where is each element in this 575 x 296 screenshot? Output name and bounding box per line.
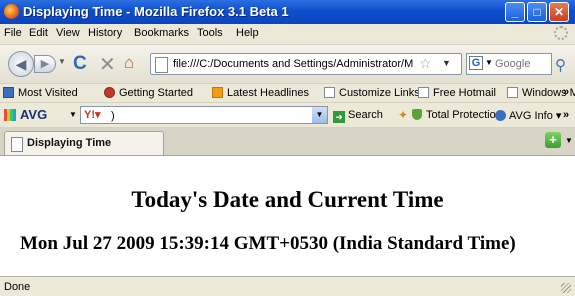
avg-search-button[interactable]: ➜ Search [333, 109, 383, 123]
avg-chevron-icon[interactable]: » [563, 109, 569, 121]
rss-icon [212, 87, 223, 98]
minimize-button[interactable]: _ [505, 2, 525, 22]
bookmarks-toolbar: Most Visited Getting Started Latest Head… [0, 83, 575, 103]
avg-logo-text: AVG [20, 107, 48, 122]
engine-dropdown-icon[interactable]: ▼ [485, 58, 493, 67]
stop-icon[interactable]: ✕ [99, 52, 116, 77]
avg-info-button[interactable]: AVG Info ▾ [495, 109, 561, 122]
avg-info-label: AVG Info [509, 110, 553, 122]
bookmark-label: Most Visited [18, 87, 78, 99]
tab-list-dropdown-icon[interactable]: ▼ [565, 136, 573, 145]
menu-tools[interactable]: Tools [197, 27, 223, 39]
info-icon [495, 110, 506, 121]
menu-file[interactable]: File [4, 27, 22, 39]
bookmark-getting-started[interactable]: Getting Started [104, 87, 193, 99]
url-bar[interactable]: ☆ ▼ [150, 53, 462, 75]
search-arrow-icon: ➜ [333, 111, 345, 123]
total-protection-button[interactable]: Total Protection [412, 109, 502, 121]
yahoo-icon: Y!▾ [84, 109, 101, 121]
status-text: Done [4, 281, 31, 293]
firefox-bookmark-icon [104, 87, 115, 98]
search-go-icon[interactable]: ⚲ [555, 56, 566, 74]
total-protection-label: Total Protection [426, 109, 502, 121]
avg-logo[interactable]: AVG [4, 107, 47, 122]
menu-view[interactable]: View [56, 27, 80, 39]
bookmark-star-icon[interactable]: ☆ [419, 55, 432, 72]
page-icon [11, 137, 23, 152]
bookmark-label: Free Hotmail [433, 87, 496, 99]
browser-window: Displaying Time - Mozilla Firefox 3.1 Be… [0, 0, 575, 296]
menu-bar: File Edit View History Bookmarks Tools H… [0, 24, 575, 45]
google-engine-icon[interactable]: G [469, 56, 483, 70]
bookmark-most-visited[interactable]: Most Visited [3, 87, 78, 99]
page-icon [324, 87, 335, 98]
current-time-text: Mon Jul 27 2009 15:39:14 GMT+0530 (India… [20, 233, 516, 254]
tab-label: Displaying Time [27, 137, 112, 149]
home-icon[interactable]: ⌂ [124, 53, 134, 73]
page-heading: Today's Date and Current Time [131, 187, 444, 212]
window-title: Displaying Time - Mozilla Firefox 3.1 Be… [23, 4, 289, 19]
navigation-toolbar: ◀ ▶ ▼ C ✕ ⌂ ☆ ▼ G ▼ ⚲ [0, 45, 575, 83]
menu-help[interactable]: Help [236, 27, 259, 39]
avg-menu-dropdown-icon[interactable]: ▼ [69, 110, 77, 119]
resize-grip-icon[interactable] [561, 283, 571, 293]
status-bar: Done [0, 276, 575, 296]
menu-bookmarks[interactable]: Bookmarks [134, 27, 189, 39]
bookmark-label: Customize Links [339, 87, 420, 99]
most-visited-icon [3, 87, 14, 98]
separator-icon: ✦ [398, 108, 409, 122]
reload-icon[interactable]: C [73, 53, 87, 75]
search-input[interactable] [495, 57, 549, 71]
menu-edit[interactable]: Edit [29, 27, 48, 39]
search-bar[interactable]: G ▼ [466, 53, 552, 75]
throbber-icon [554, 26, 568, 40]
back-arrow-icon: ◀ [15, 56, 27, 72]
avg-logo-icon [4, 109, 16, 121]
chevron-down-icon: ▾ [555, 110, 562, 122]
url-dropdown-icon[interactable]: ▼ [442, 58, 451, 68]
close-button[interactable]: ✕ [549, 2, 569, 22]
page-icon [155, 57, 168, 73]
bookmark-latest-headlines[interactable]: Latest Headlines [212, 87, 309, 99]
avg-search-label: Search [348, 109, 383, 121]
bookmark-free-hotmail[interactable]: Free Hotmail [418, 87, 496, 99]
bookmark-label: Getting Started [119, 87, 193, 99]
forward-button[interactable]: ▶ [34, 55, 56, 73]
bookmark-customize-links[interactable]: Customize Links [324, 87, 420, 99]
avg-search-dropdown-icon[interactable]: ▼ [312, 107, 327, 123]
avg-toolbar: AVG ▼ Y!▾ ▼ ➜Search ✦ Total Protection A… [0, 103, 575, 128]
bookmark-label: Latest Headlines [227, 87, 309, 99]
back-button[interactable]: ◀ [8, 51, 34, 77]
maximize-button[interactable]: □ [527, 2, 547, 22]
forward-arrow-icon: ▶ [40, 58, 50, 70]
shield-icon [412, 109, 422, 120]
title-bar[interactable]: Displaying Time - Mozilla Firefox 3.1 Be… [0, 0, 575, 24]
bookmarks-chevron-icon[interactable]: » [563, 86, 569, 98]
history-dropdown-icon[interactable]: ▼ [58, 57, 66, 66]
page-content: Today's Date and Current Time Mon Jul 27… [0, 156, 575, 276]
menu-history[interactable]: History [88, 27, 122, 39]
firefox-logo-icon [4, 4, 19, 19]
avg-search-input[interactable] [111, 109, 311, 122]
avg-search-box[interactable]: Y!▾ ▼ [80, 106, 328, 124]
page-icon [507, 87, 518, 98]
new-tab-button[interactable]: + [545, 132, 561, 148]
url-input[interactable] [173, 57, 413, 71]
tab-displaying-time[interactable]: Displaying Time [4, 131, 164, 155]
page-icon [418, 87, 429, 98]
tab-bar: Displaying Time + ▼ [0, 128, 575, 156]
